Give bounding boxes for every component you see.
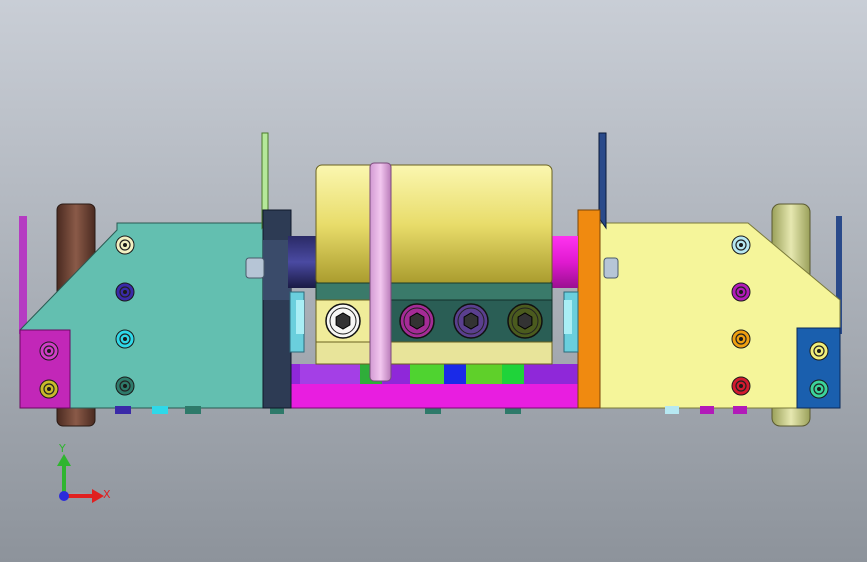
left-flange-hub xyxy=(263,240,291,300)
left-bearing-stack xyxy=(289,291,305,353)
center-lower-components xyxy=(300,364,574,384)
triad-x-label: X xyxy=(103,488,111,501)
bolt-end-left-1-icon[interactable] xyxy=(39,341,59,361)
bolt-left-2-icon[interactable] xyxy=(115,282,135,302)
cad-viewport[interactable]: Y X xyxy=(0,0,867,562)
hex-socket-2-icon[interactable] xyxy=(399,303,435,339)
left-pin xyxy=(245,257,265,279)
bolt-right-2-icon[interactable] xyxy=(731,282,751,302)
bolt-end-right-1-icon[interactable] xyxy=(809,341,829,361)
bolt-right-4-icon[interactable] xyxy=(731,376,751,396)
center-base-bar[interactable] xyxy=(269,382,599,409)
main-roller[interactable] xyxy=(315,164,553,286)
hex-socket-3-icon[interactable] xyxy=(453,303,489,339)
bolt-end-left-2-icon[interactable] xyxy=(39,379,59,399)
hex-socket-1-icon[interactable] xyxy=(325,303,361,339)
bolt-left-1-icon[interactable] xyxy=(115,235,135,255)
triad-y-label: Y xyxy=(58,442,66,455)
bolt-right-3-icon[interactable] xyxy=(731,329,751,349)
triad-origin xyxy=(59,491,69,501)
left-upright xyxy=(19,216,27,334)
clamp-block-top xyxy=(315,282,553,302)
right-pin xyxy=(603,257,619,279)
clamp-block-bottom xyxy=(315,341,553,365)
cad-model-view[interactable]: Y X xyxy=(0,0,867,562)
right-bearing-stack xyxy=(563,291,579,353)
bolt-left-4-icon[interactable] xyxy=(115,376,135,396)
left-shaft xyxy=(288,236,318,288)
hex-socket-4-icon[interactable] xyxy=(507,303,543,339)
left-flange[interactable] xyxy=(262,209,292,409)
right-flange[interactable] xyxy=(577,209,601,409)
bolt-end-right-2-icon[interactable] xyxy=(809,379,829,399)
bolt-left-3-icon[interactable] xyxy=(115,329,135,349)
center-divider-disk[interactable] xyxy=(369,162,392,382)
bolt-right-1-icon[interactable] xyxy=(731,235,751,255)
